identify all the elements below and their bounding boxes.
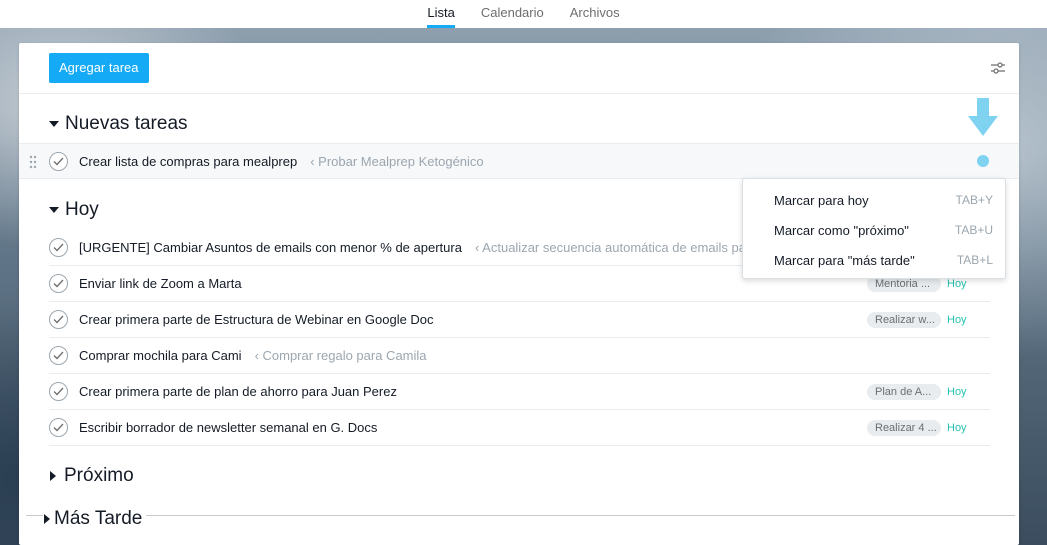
checkmark-icon xyxy=(53,279,64,288)
section-divider xyxy=(26,515,1015,516)
menu-item-label: Marcar como "próximo" xyxy=(774,222,909,238)
project-tag[interactable]: Realizar 4 ... xyxy=(867,420,941,436)
top-tab-bar: Lista Calendario Archivos xyxy=(0,0,1047,28)
parent-task-link[interactable]: ‹ Actualizar secuencia automática de ema… xyxy=(475,240,758,255)
caret-right-icon xyxy=(44,514,50,524)
mark-task-menu: Marcar para hoy TAB+Y Marcar como "próxi… xyxy=(742,178,1006,279)
caret-right-icon xyxy=(50,471,56,481)
task-row[interactable]: Crear primera parte de Estructura de Web… xyxy=(49,302,990,338)
shortcut-hint: TAB+L xyxy=(956,253,993,267)
sliders-icon[interactable] xyxy=(991,62,1005,74)
checkmark-icon xyxy=(53,157,64,165)
due-date[interactable]: Hoy xyxy=(947,278,969,290)
tab-archivos[interactable]: Archivos xyxy=(570,0,620,28)
task-name[interactable]: Escribir borrador de newsletter semanal … xyxy=(79,420,377,435)
complete-checkbox[interactable] xyxy=(49,151,68,171)
toolbar: Agregar tarea xyxy=(19,43,1019,94)
section-title: Hoy xyxy=(65,199,99,220)
task-name[interactable]: Crear primera parte de plan de ahorro pa… xyxy=(79,384,397,399)
add-task-button[interactable]: Agregar tarea xyxy=(49,53,149,83)
tab-calendario[interactable]: Calendario xyxy=(481,0,544,28)
section-title: Más Tarde xyxy=(54,508,143,529)
menu-item-label: Marcar para "más tarde" xyxy=(774,252,915,268)
caret-down-icon xyxy=(49,207,59,213)
due-date[interactable]: Hoy xyxy=(947,422,969,434)
section-header-nuevas-tareas[interactable]: Nuevas tareas xyxy=(49,113,188,135)
mark-status-dot[interactable] xyxy=(977,155,989,167)
complete-checkbox[interactable] xyxy=(49,238,68,257)
drag-handle-icon[interactable] xyxy=(29,155,37,169)
section-title: Nuevas tareas xyxy=(65,113,188,134)
checkmark-icon xyxy=(53,387,64,396)
task-name[interactable]: [URGENTE] Cambiar Asuntos de emails con … xyxy=(79,240,462,255)
project-tag[interactable]: Plan de A... xyxy=(867,384,941,400)
section-title: Próximo xyxy=(64,465,134,486)
task-name[interactable]: Crear lista de compras para mealprep xyxy=(79,154,297,169)
due-date[interactable]: Hoy xyxy=(947,386,969,398)
arrow-down-icon xyxy=(968,98,998,136)
task-name[interactable]: Comprar mochila para Cami xyxy=(79,348,242,363)
section-header-mas-tarde[interactable]: Más Tarde xyxy=(43,508,147,530)
caret-down-icon xyxy=(49,121,59,127)
parent-task-link[interactable]: ‹ Probar Mealprep Ketogénico xyxy=(310,154,483,169)
task-meta: Plan de A... Hoy xyxy=(867,384,969,400)
complete-checkbox[interactable] xyxy=(49,274,68,293)
checkmark-icon xyxy=(53,315,64,324)
due-date[interactable]: Hoy xyxy=(947,314,969,326)
checkmark-icon xyxy=(53,243,64,252)
shortcut-hint: TAB+Y xyxy=(955,193,993,207)
checkmark-icon xyxy=(53,351,64,360)
task-row[interactable]: Comprar mochila para Cami ‹ Comprar rega… xyxy=(49,338,990,374)
task-name[interactable]: Crear primera parte de Estructura de Web… xyxy=(79,312,434,327)
complete-checkbox[interactable] xyxy=(49,310,68,329)
complete-checkbox[interactable] xyxy=(49,418,68,437)
complete-checkbox[interactable] xyxy=(49,382,68,401)
menu-item-mark-upcoming[interactable]: Marcar como "próximo" TAB+U xyxy=(743,215,1005,245)
menu-item-mark-later[interactable]: Marcar para "más tarde" TAB+L xyxy=(743,245,1005,275)
task-name[interactable]: Enviar link de Zoom a Marta xyxy=(79,276,242,291)
task-row[interactable]: Crear primera parte de plan de ahorro pa… xyxy=(49,374,990,410)
menu-item-mark-today[interactable]: Marcar para hoy TAB+Y xyxy=(743,185,1005,215)
project-tag[interactable]: Realizar w... xyxy=(867,312,941,328)
tab-lista[interactable]: Lista xyxy=(427,0,456,28)
task-row[interactable]: Escribir borrador de newsletter semanal … xyxy=(49,410,990,446)
task-meta: Realizar w... Hoy xyxy=(867,312,969,328)
parent-task-link[interactable]: ‹ Comprar regalo para Camila xyxy=(255,348,427,363)
task-meta: Realizar 4 ... Hoy xyxy=(867,420,969,436)
section-header-hoy[interactable]: Hoy xyxy=(49,199,99,221)
complete-checkbox[interactable] xyxy=(49,346,68,365)
task-row[interactable]: Crear lista de compras para mealprep ‹ P… xyxy=(19,143,1019,179)
menu-item-label: Marcar para hoy xyxy=(774,192,869,208)
section-header-proximo[interactable]: Próximo xyxy=(49,465,134,487)
shortcut-hint: TAB+U xyxy=(954,223,993,237)
task-list-panel: Agregar tarea Nuevas tareas Crear lista … xyxy=(19,43,1019,545)
checkmark-icon xyxy=(53,423,64,432)
